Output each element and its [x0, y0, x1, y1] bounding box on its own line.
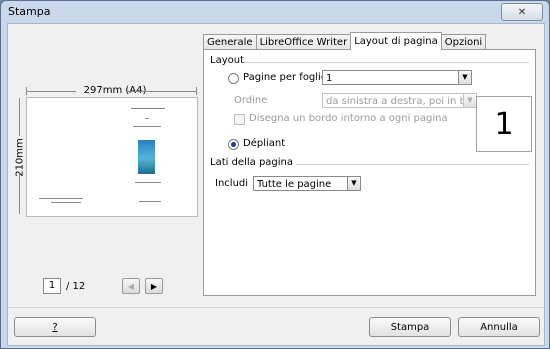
brochure-label: Dépliant: [243, 138, 286, 149]
window-title: Stampa: [8, 5, 51, 18]
triangle-right-icon: ▶: [150, 281, 158, 291]
preview-text-line: [131, 108, 165, 109]
order-value: da sinistra a destra, poi in basso: [326, 96, 477, 107]
pages-per-sheet-value: 1: [326, 73, 333, 84]
tab-libreoffice-writer[interactable]: LibreOffice Writer: [255, 34, 352, 50]
draw-border-checkbox[interactable]: [234, 114, 245, 125]
cancel-button-label: Annulla: [480, 321, 518, 333]
tab-layout-di-pagina[interactable]: Layout di pagina: [350, 32, 442, 50]
dialog-body: 297mm (A4) 210mm 1 / 12 ◀ ▶ Generale Lib…: [7, 23, 545, 346]
layout-section-title: Layout: [210, 55, 244, 66]
bottom-separator: [8, 307, 544, 308]
chevron-down-icon: ▼: [347, 177, 360, 190]
chevron-down-icon: ▼: [458, 71, 471, 84]
print-button[interactable]: Stampa: [369, 317, 451, 337]
page-sides-section-title: Lati della pagina: [210, 157, 294, 168]
tab-opzioni[interactable]: Opzioni: [440, 34, 487, 50]
page-number-input[interactable]: 1: [43, 278, 61, 294]
layout-tab-panel: Layout Pagine per foglio 1 ▼ Ordine da s…: [203, 49, 536, 296]
draw-border-label: Disegna un bordo intorno a ogni pagina: [249, 113, 448, 124]
print-button-label: Stampa: [390, 321, 430, 333]
preview-width-tick-right: [196, 87, 197, 95]
layout-section-divider: [244, 62, 529, 63]
help-button[interactable]: ?: [14, 317, 96, 337]
include-value: Tutte le pagine: [257, 179, 332, 190]
preview-image: [138, 140, 155, 174]
preview-text-line: [51, 202, 81, 203]
triangle-left-icon: ◀: [127, 281, 135, 291]
pages-per-sheet-select[interactable]: 1 ▼: [322, 70, 472, 85]
preview-height-line-bottom: [19, 174, 20, 214]
preview-text-line: [133, 126, 161, 127]
preview-text-line: [139, 201, 161, 202]
preview-width-line-left: [26, 91, 76, 92]
close-button[interactable]: ✕: [501, 3, 543, 21]
layout-preview-number: 1: [494, 106, 514, 142]
preview-width-line-right: [128, 91, 196, 92]
tab-generale[interactable]: Generale: [203, 34, 257, 50]
include-select[interactable]: Tutte le pagine ▼: [253, 176, 361, 191]
chevron-down-icon: ▼: [463, 94, 476, 107]
page-navigator: 1 / 12: [43, 278, 85, 294]
preview-height-line-top: [19, 98, 20, 136]
help-button-label: ?: [52, 321, 58, 333]
pages-per-sheet-label: Pagine per foglio: [243, 72, 327, 83]
tab-bar: Generale LibreOffice Writer Layout di pa…: [203, 32, 487, 50]
pages-per-sheet-radio[interactable]: [228, 73, 239, 84]
order-label: Ordine: [234, 95, 268, 106]
next-page-button[interactable]: ▶: [145, 278, 163, 294]
title-bar: Stampa ✕: [1, 1, 549, 23]
preview-width-tick-left: [26, 87, 27, 95]
page-preview: [26, 97, 198, 217]
preview-text-line: [135, 182, 161, 183]
page-total-label: / 12: [66, 280, 86, 292]
layout-preview-box: 1: [476, 96, 532, 152]
print-dialog: Stampa ✕ 297mm (A4) 210mm 1 / 12 ◀ ▶ Gen…: [0, 0, 550, 349]
brochure-radio[interactable]: [228, 139, 239, 150]
preview-text-line: [39, 198, 83, 199]
close-icon: ✕: [517, 6, 527, 18]
page-sides-section-divider: [296, 164, 529, 165]
preview-text-line: [145, 118, 149, 119]
cancel-button[interactable]: Annulla: [458, 317, 540, 337]
preview-height-label: 210mm: [14, 138, 26, 177]
include-label: Includi: [215, 178, 249, 189]
previous-page-button[interactable]: ◀: [122, 278, 140, 294]
order-select[interactable]: da sinistra a destra, poi in basso ▼: [322, 93, 477, 108]
